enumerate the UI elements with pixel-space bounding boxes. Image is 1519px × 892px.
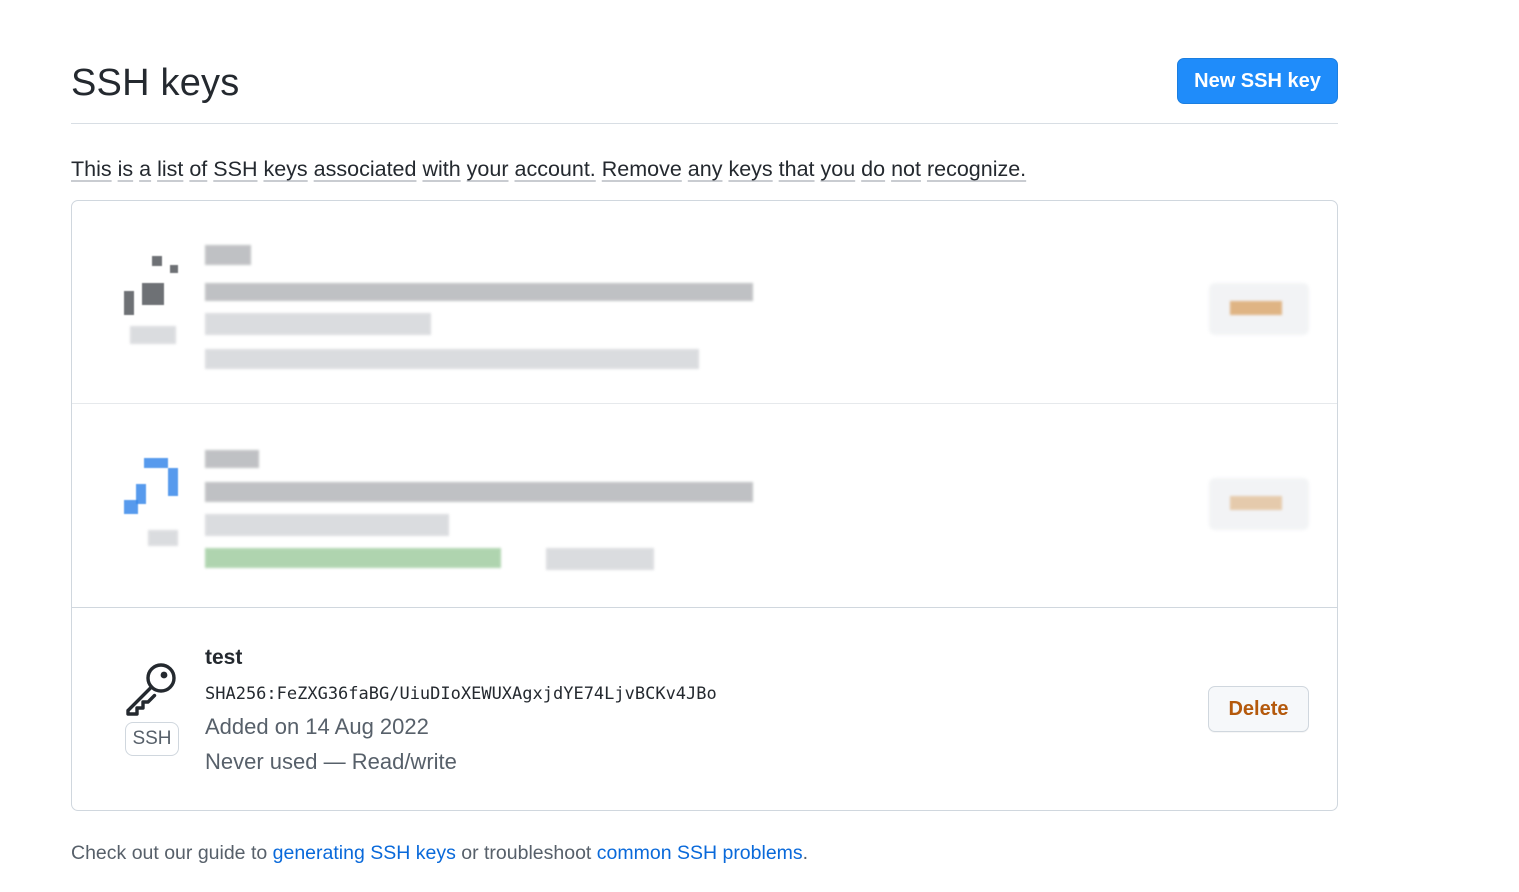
redacted-key-icon — [144, 458, 168, 468]
redacted-key-icon — [124, 291, 134, 315]
redacted-delete-label — [1230, 496, 1282, 510]
key-type-badge: SSH — [125, 722, 179, 756]
redacted-key-icon — [124, 500, 138, 514]
new-ssh-key-button[interactable]: New SSH key — [1177, 58, 1338, 104]
redacted-fingerprint — [205, 283, 753, 301]
redacted-key-icon — [152, 256, 162, 266]
ssh-key-list: SSH test SHA256:FeZXG36faBG/UiuDIoXEWUXA… — [71, 200, 1338, 811]
redacted-usage — [205, 548, 501, 568]
intro-text: This is a list of SSH keys associated wi… — [71, 157, 1027, 181]
page-header: SSH keys New SSH key — [71, 58, 1338, 124]
key-added-date: Added on 14 Aug 2022 — [205, 714, 429, 739]
common-ssh-problems-link[interactable]: common SSH problems — [597, 842, 803, 864]
redacted-title — [205, 245, 251, 265]
redacted-key-icon — [168, 468, 178, 496]
redacted-title — [205, 450, 259, 468]
redacted-badge — [130, 326, 176, 344]
redacted-usage — [205, 349, 699, 369]
key-icon — [126, 663, 176, 716]
key-title: test — [205, 646, 243, 669]
redacted-badge — [148, 530, 178, 546]
key-usage-status: Never used — Read/write — [205, 749, 457, 774]
delete-key-button[interactable]: Delete — [1208, 686, 1309, 732]
redacted-key-row — [72, 404, 1337, 608]
key-fingerprint: SHA256:FeZXG36faBG/UiuDIoXEWUXAgxjdYE74L… — [205, 684, 717, 704]
redacted-fingerprint — [205, 482, 753, 502]
ssh-key-row: SSH test SHA256:FeZXG36faBG/UiuDIoXEWUXA… — [72, 608, 1337, 811]
redacted-usage — [546, 548, 654, 570]
redacted-key-row — [72, 201, 1337, 404]
generating-ssh-keys-link[interactable]: generating SSH keys — [273, 842, 456, 864]
redacted-added — [205, 313, 431, 335]
redacted-added — [205, 514, 449, 536]
page-title: SSH keys — [71, 62, 240, 104]
redacted-key-icon — [170, 265, 178, 273]
redacted-key-icon — [142, 283, 164, 305]
redacted-delete-label — [1230, 301, 1282, 315]
footer-help-text: Check out our guide to generating SSH ke… — [71, 842, 809, 864]
